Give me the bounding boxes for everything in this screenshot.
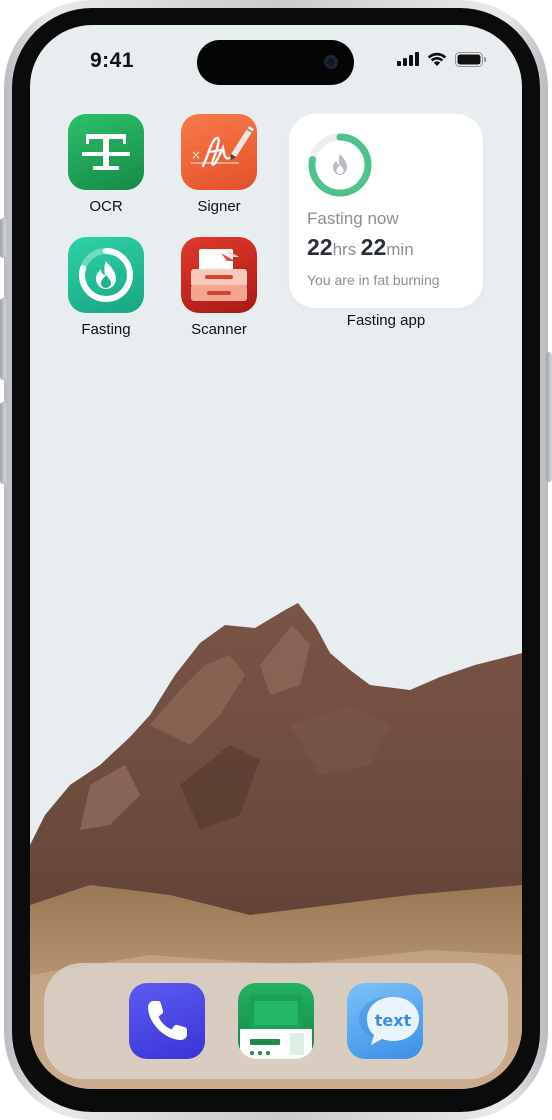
svg-text:×: × bbox=[191, 148, 201, 162]
fax-icon[interactable] bbox=[238, 983, 314, 1059]
power-button bbox=[546, 352, 552, 482]
status-time: 9:41 bbox=[90, 49, 135, 72]
app-label-ocr: OCR bbox=[89, 198, 123, 215]
phone-icon[interactable] bbox=[129, 983, 205, 1059]
battery-icon bbox=[455, 51, 486, 67]
widget-minutes-unit: min bbox=[386, 240, 414, 259]
dock: text bbox=[44, 963, 508, 1079]
widget-hours: 22 bbox=[307, 234, 333, 260]
app-ocr[interactable]: OCR bbox=[61, 114, 151, 215]
status-bar: 9:41 bbox=[30, 25, 522, 95]
app-label-scanner: Scanner bbox=[191, 321, 247, 338]
widget-hours-unit: hrs bbox=[332, 240, 357, 259]
front-camera bbox=[324, 55, 338, 69]
widget-status: You are in fat burning bbox=[307, 272, 440, 288]
app-scanner[interactable]: Scanner bbox=[174, 237, 264, 338]
fasting-progress-ring bbox=[308, 133, 372, 197]
ocr-text-icon bbox=[68, 114, 144, 190]
widget-elapsed-time: 22hrs 22min bbox=[307, 234, 414, 261]
scanner-icon bbox=[181, 237, 257, 313]
cellular-signal-icon bbox=[397, 52, 419, 66]
flame-ring-icon bbox=[68, 237, 144, 313]
app-signer[interactable]: × Signer bbox=[174, 114, 264, 215]
widget-title: Fasting now bbox=[307, 209, 399, 228]
action-button bbox=[0, 218, 6, 258]
widget-label: Fasting app bbox=[346, 312, 426, 329]
app-label-signer: Signer bbox=[197, 198, 241, 215]
app-fasting[interactable]: Fasting bbox=[61, 237, 151, 338]
home-screen: 9:41 OCR × Signer Fasting Scanner Fastin… bbox=[30, 25, 522, 1089]
text-bubble-icon[interactable]: text bbox=[347, 983, 423, 1059]
status-icons bbox=[397, 51, 487, 67]
wifi-icon bbox=[427, 52, 447, 66]
fasting-widget[interactable]: Fasting now 22hrs 22min You are in fat b… bbox=[289, 114, 483, 308]
signature-pen-icon: × bbox=[181, 114, 257, 190]
app-label-fasting: Fasting bbox=[81, 321, 131, 338]
dynamic-island bbox=[197, 40, 354, 85]
volume-up-button bbox=[0, 298, 6, 380]
volume-down-button bbox=[0, 402, 6, 484]
text-bubble-label: text bbox=[375, 1011, 412, 1030]
widget-minutes: 22 bbox=[360, 234, 387, 260]
